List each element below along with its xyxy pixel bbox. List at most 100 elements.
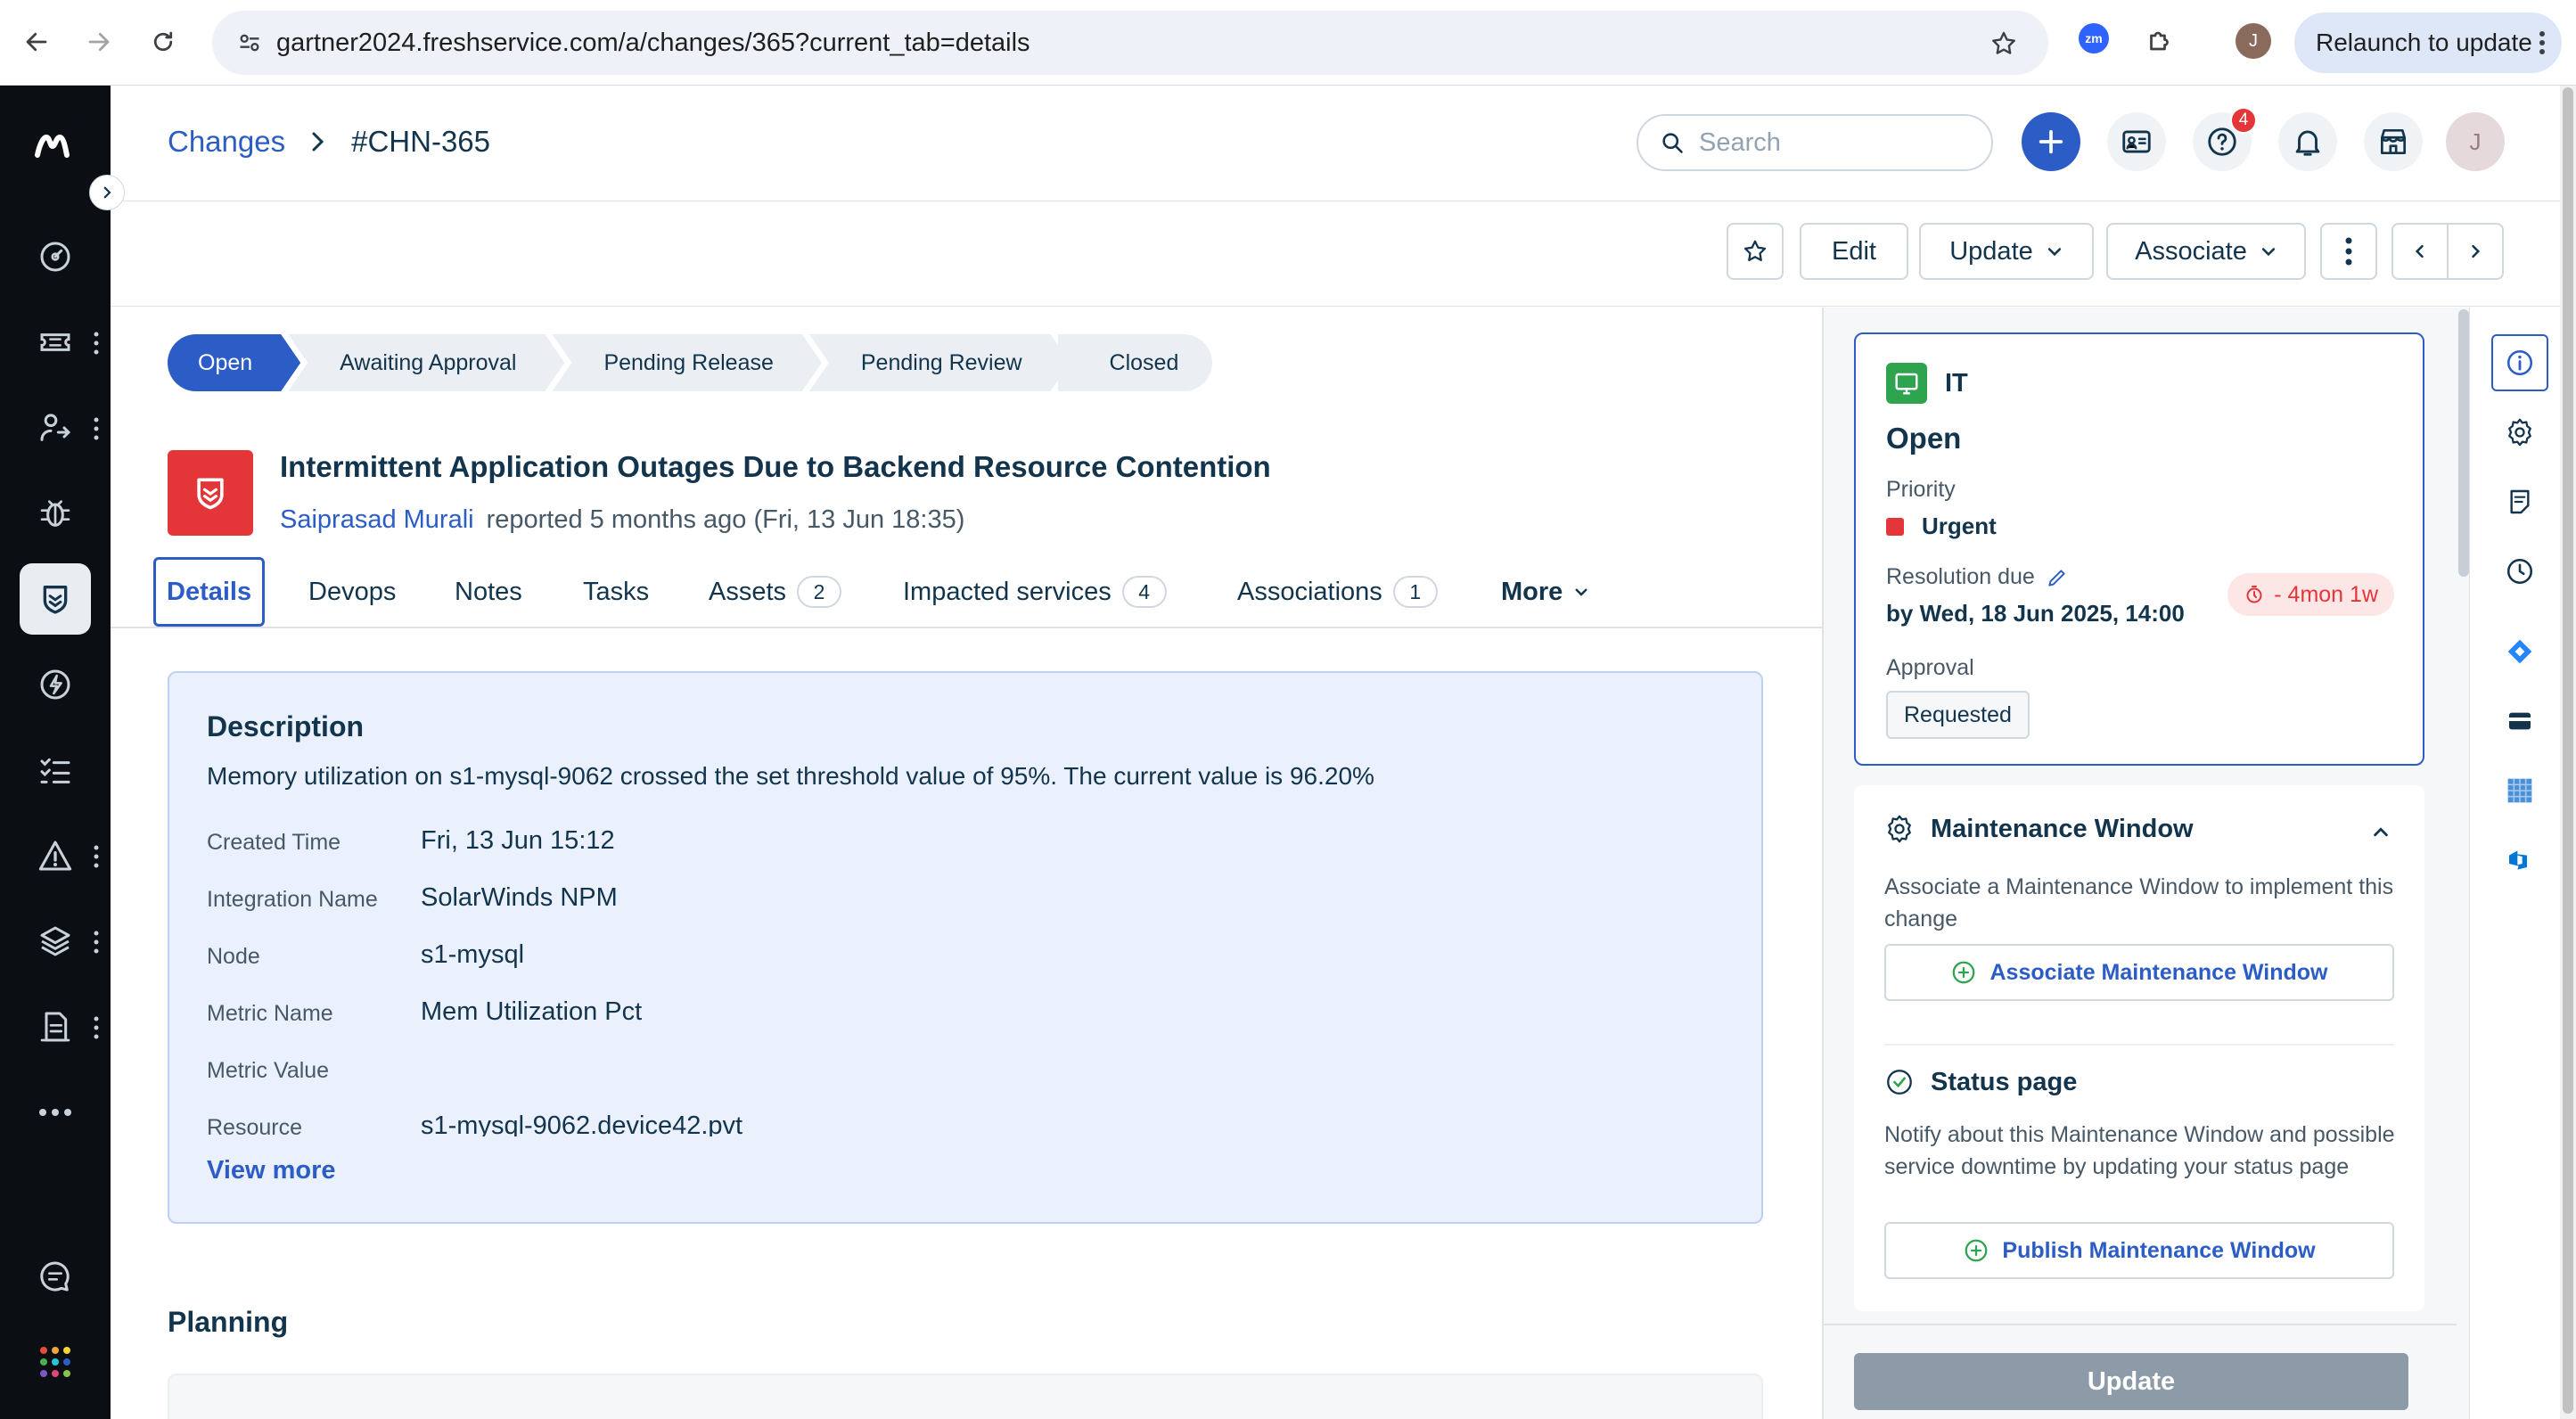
stage-open[interactable]: Open <box>168 334 300 391</box>
field-label: Integration Name <box>207 887 378 912</box>
breadcrumb-changes-link[interactable]: Changes <box>168 125 285 159</box>
publish-maintenance-window-button[interactable]: Publish Maintenance Window <box>1884 1222 2394 1279</box>
nav-tickets-more-icon[interactable] <box>93 332 100 355</box>
stage-pending-review[interactable]: Pending Review <box>809 334 1071 391</box>
browser-menu-icon[interactable] <box>2539 30 2546 55</box>
tab-impacted-services[interactable]: Impacted services 4 <box>903 557 1167 627</box>
arrow-left-icon <box>26 32 47 52</box>
browser-profile-avatar[interactable]: J <box>2236 23 2271 59</box>
bookmark-star-icon[interactable] <box>1989 29 2018 58</box>
zoom-extension-icon[interactable]: zm <box>2079 23 2109 53</box>
next-change-button[interactable] <box>2447 223 2504 280</box>
tab-label: Assets <box>709 577 787 606</box>
nav-assets-more-icon[interactable] <box>93 931 100 954</box>
chevron-left-icon <box>2415 244 2424 258</box>
associate-label: Associate <box>2135 236 2247 266</box>
reporter-link[interactable]: Saiprasad Murali <box>280 505 474 534</box>
nav-problems[interactable] <box>20 478 91 549</box>
url-text[interactable]: gartner2024.freshservice.com/a/changes/3… <box>276 29 1030 58</box>
nav-releases[interactable] <box>20 649 91 720</box>
tab-count: 1 <box>1392 576 1438 608</box>
stage-closed[interactable]: Closed <box>1057 334 1213 391</box>
gear-icon <box>2508 418 2531 447</box>
detail-tabs: Details Devops Notes Tasks Assets 2 Impac… <box>111 550 1822 628</box>
expand-nav-button[interactable] <box>89 175 125 210</box>
search-input[interactable] <box>1699 127 1966 158</box>
tab-assets[interactable]: Assets 2 <box>709 557 842 627</box>
favorite-button[interactable] <box>1727 223 1784 280</box>
nav-requests-more-icon[interactable] <box>93 417 100 440</box>
stage-pending-release[interactable]: Pending Release <box>552 334 821 391</box>
tab-details[interactable]: Details <box>153 557 266 627</box>
chevron-down-icon <box>1575 588 1587 596</box>
nav-more[interactable] <box>20 1077 91 1148</box>
rail-card-app[interactable] <box>2491 693 2548 750</box>
rail-notes[interactable] <box>2491 473 2548 530</box>
page-scrollbar[interactable] <box>2560 86 2576 1419</box>
status-page-title: Status page <box>1931 1067 2078 1096</box>
nav-assets[interactable] <box>20 906 91 977</box>
nav-tasks[interactable] <box>20 734 91 806</box>
panel-scrollbar[interactable] <box>2458 309 2469 577</box>
rail-jira-app[interactable] <box>2491 623 2548 680</box>
user-avatar[interactable]: J <box>2446 112 2505 171</box>
nav-apps[interactable] <box>20 1326 91 1398</box>
planning-heading: Planning <box>168 1306 289 1338</box>
rail-azure-app[interactable] <box>2491 832 2548 889</box>
nav-chat[interactable] <box>20 1241 91 1312</box>
notifications-button[interactable] <box>2278 112 2337 171</box>
breadcrumb-current: #CHN-365 <box>351 125 491 158</box>
pattern-grid-icon <box>2507 778 2532 803</box>
tab-associations[interactable]: Associations 1 <box>1237 557 1438 627</box>
service-catalog-button[interactable] <box>2364 112 2423 171</box>
nav-service-requests[interactable] <box>20 392 91 463</box>
reload-button[interactable] <box>141 20 185 64</box>
stage-awaiting-approval[interactable]: Awaiting Approval <box>288 334 564 391</box>
reload-icon <box>153 31 173 52</box>
id-card-icon <box>2122 130 2151 153</box>
more-actions-button[interactable] <box>2320 223 2377 280</box>
edit-pencil-icon[interactable] <box>2046 566 2069 589</box>
panel-update-button[interactable]: Update <box>1854 1353 2408 1410</box>
help-button[interactable]: 4 <box>2193 107 2257 171</box>
view-more-link[interactable]: View more <box>207 1156 336 1185</box>
star-icon <box>1743 240 1767 261</box>
extensions-puzzle-icon[interactable] <box>2145 25 2177 57</box>
page-scrollbar-thumb[interactable] <box>2563 87 2573 1414</box>
rail-activity[interactable] <box>2491 543 2548 600</box>
rail-grid-app[interactable] <box>2491 762 2548 819</box>
nav-tickets[interactable] <box>20 307 91 378</box>
change-meta: Saiprasad Murali reported 5 months ago (F… <box>280 505 964 535</box>
nav-alerts[interactable] <box>20 820 91 891</box>
address-bar[interactable]: gartner2024.freshservice.com/a/changes/3… <box>212 11 2048 75</box>
relaunch-button[interactable]: Relaunch to update <box>2294 12 2562 73</box>
back-button[interactable] <box>14 20 59 64</box>
previous-change-button[interactable] <box>2391 223 2449 280</box>
tab-tasks[interactable]: Tasks <box>583 557 649 627</box>
forward-button[interactable] <box>77 20 121 64</box>
status-page-heading: Status page <box>1884 1067 2077 1097</box>
checklist-icon <box>40 758 70 783</box>
nav-dashboard[interactable] <box>20 221 91 292</box>
associate-maintenance-window-button[interactable]: Associate Maintenance Window <box>1884 944 2394 1001</box>
nav-changes[interactable] <box>20 563 91 635</box>
rail-maintenance[interactable] <box>2491 404 2548 461</box>
new-item-button[interactable] <box>2022 112 2080 171</box>
tab-devops[interactable]: Devops <box>308 557 396 627</box>
arrow-right-icon <box>88 32 110 52</box>
nav-reports[interactable] <box>20 991 91 1062</box>
edit-button[interactable]: Edit <box>1800 223 1908 280</box>
global-search[interactable] <box>1637 114 1993 171</box>
freshservice-logo[interactable] <box>27 118 82 173</box>
update-dropdown-button[interactable]: Update <box>1919 223 2094 280</box>
nav-reports-more-icon[interactable] <box>93 1016 100 1039</box>
site-settings-icon[interactable] <box>237 30 262 55</box>
contact-card-button[interactable] <box>2107 112 2166 171</box>
help-notification-badge: 4 <box>2230 107 2257 134</box>
tab-more[interactable]: More <box>1501 557 1589 627</box>
nav-alerts-more-icon[interactable] <box>93 845 100 868</box>
chevron-up-icon[interactable] <box>2371 823 2391 842</box>
tab-notes[interactable]: Notes <box>455 557 522 627</box>
associate-dropdown-button[interactable]: Associate <box>2106 223 2306 280</box>
rail-info[interactable] <box>2491 334 2548 391</box>
